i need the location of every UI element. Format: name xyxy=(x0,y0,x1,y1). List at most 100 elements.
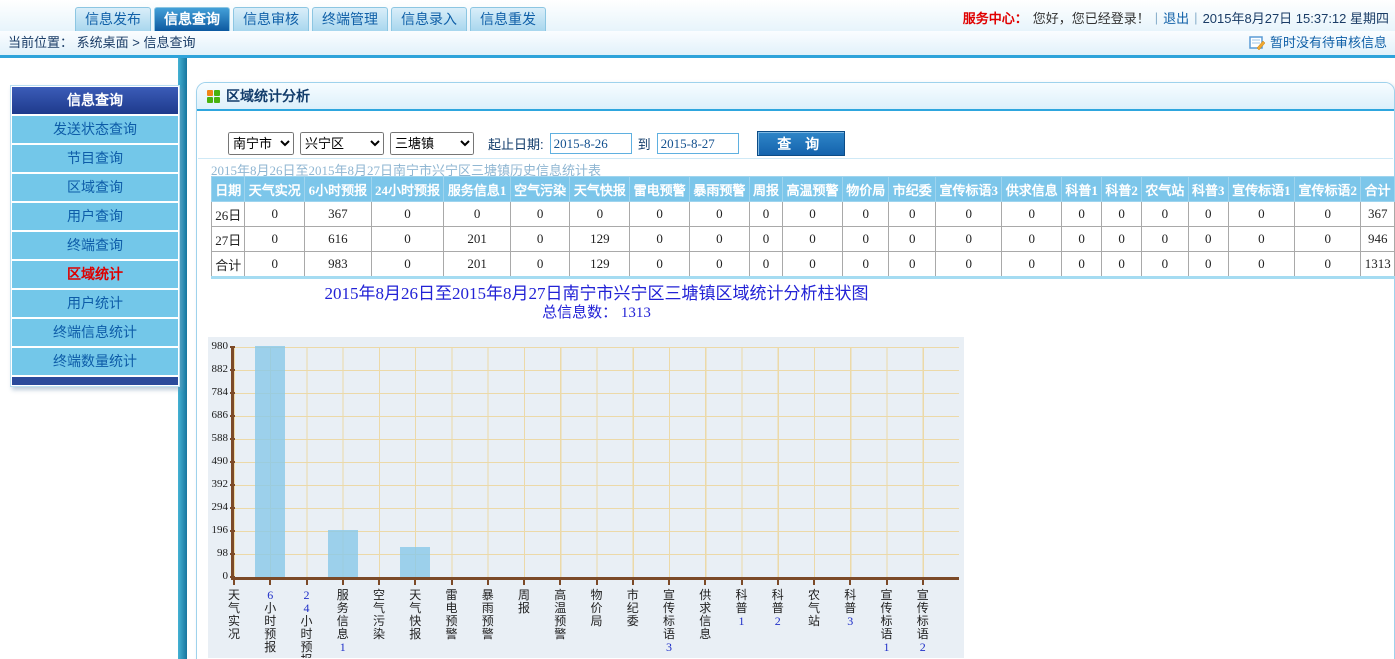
breadcrumb-prefix: 当前位置： xyxy=(0,35,73,50)
x-axis-category-label: 科普1 xyxy=(734,589,750,628)
sidebar-item[interactable]: 发送状态查询 xyxy=(12,116,178,143)
x-axis-tick xyxy=(306,580,308,585)
table-cell: 201 xyxy=(444,227,510,252)
table-cell: 0 xyxy=(689,227,749,252)
table-cell: 0 xyxy=(1142,252,1189,278)
table-cell: 0 xyxy=(783,202,843,227)
city-select[interactable]: 南宁市 xyxy=(228,132,294,155)
table-cell: 0 xyxy=(749,252,782,278)
table-cell: 0 xyxy=(1295,202,1361,227)
date-from-input[interactable] xyxy=(550,133,632,154)
top-tab[interactable]: 信息发布 xyxy=(75,7,151,31)
sidebar-item[interactable]: 用户统计 xyxy=(12,290,178,317)
table-cell: 0 xyxy=(1062,227,1102,252)
x-axis-tick xyxy=(741,580,743,585)
table-cell: 0 xyxy=(510,227,570,252)
table-cell: 0 xyxy=(444,202,510,227)
x-axis-category-label: 6小时预报 xyxy=(262,589,278,654)
x-axis-category-label: 雷电预警 xyxy=(444,589,460,641)
x-axis-tick xyxy=(596,580,598,585)
sidebar-item[interactable]: 区域查询 xyxy=(12,174,178,201)
table-header-cell: 空气污染 xyxy=(510,177,570,202)
table-cell: 0 xyxy=(689,202,749,227)
chart-plot-area xyxy=(231,347,959,580)
table-cell: 367 xyxy=(305,202,371,227)
table-cell: 616 xyxy=(305,227,371,252)
sidebar-item[interactable]: 终端信息统计 xyxy=(12,319,178,346)
sidebar-items: 发送状态查询节目查询区域查询用户查询终端查询区域统计用户统计终端信息统计终端数量… xyxy=(11,116,179,375)
x-axis-tick xyxy=(559,580,561,585)
table-cell: 合计 xyxy=(212,252,245,278)
top-tab[interactable]: 信息录入 xyxy=(391,7,467,31)
y-axis-tick-label: 98 xyxy=(208,547,228,559)
table-cell: 0 xyxy=(371,227,444,252)
y-axis-tick-label: 490 xyxy=(208,455,228,467)
y-axis-tick-label: 196 xyxy=(208,524,228,536)
table-cell: 0 xyxy=(783,252,843,278)
table-cell: 0 xyxy=(936,227,1002,252)
table-cell: 0 xyxy=(245,202,305,227)
table-header-cell: 宣传标语3 xyxy=(936,177,1002,202)
module-grid-icon xyxy=(207,90,220,103)
x-axis-tick xyxy=(886,580,888,585)
audit-notice: 暂时没有待审核信息 xyxy=(1249,31,1387,55)
table-cell: 0 xyxy=(1142,227,1189,252)
x-axis-category-label: 宣传标语1 xyxy=(879,589,895,654)
table-cell: 0 xyxy=(1002,227,1062,252)
sidebar-item[interactable]: 节目查询 xyxy=(12,145,178,172)
date-to-input[interactable] xyxy=(657,133,739,154)
table-header-cell: 合计 xyxy=(1361,177,1395,202)
top-nav-bar: 信息发布信息查询信息审核终端管理信息录入信息重发 服务中心： 您好，您已经登录！… xyxy=(0,0,1395,31)
x-axis-category-label: 市纪委 xyxy=(625,589,641,628)
y-axis-tick-label: 686 xyxy=(208,409,228,421)
table-header-cell: 暴雨预警 xyxy=(689,177,749,202)
x-axis-category-label: 空气污染 xyxy=(371,589,387,641)
x-axis-tick xyxy=(704,580,706,585)
top-tab[interactable]: 信息审核 xyxy=(233,7,309,31)
top-tab[interactable]: 信息查询 xyxy=(154,7,230,31)
audit-notice-text: 暂时没有待审核信息 xyxy=(1270,31,1387,55)
table-cell: 0 xyxy=(1228,252,1294,278)
x-axis-category-label: 天气快报 xyxy=(407,589,423,641)
top-tab[interactable]: 信息重发 xyxy=(470,7,546,31)
table-cell: 0 xyxy=(245,252,305,278)
district-select[interactable]: 兴宁区 xyxy=(300,132,384,155)
table-cell: 0 xyxy=(371,252,444,278)
query-button[interactable]: 查 询 xyxy=(757,131,845,156)
y-axis-tick-label: 0 xyxy=(208,570,228,582)
sidebar-item[interactable]: 用户查询 xyxy=(12,203,178,230)
login-greeting: 您好，您已经登录！ xyxy=(1033,8,1150,27)
breadcrumb-path[interactable]: 系统桌面 > 信息查询 xyxy=(77,35,196,50)
table-header-cell: 24小时预报 xyxy=(371,177,444,202)
table-header-cell: 科普1 xyxy=(1062,177,1102,202)
sidebar-item[interactable]: 区域统计 xyxy=(12,261,178,288)
separator: | xyxy=(1155,10,1158,25)
table-cell: 0 xyxy=(1142,202,1189,227)
top-tab[interactable]: 终端管理 xyxy=(312,7,388,31)
date-to-label: 到 xyxy=(638,134,651,153)
table-header-cell: 6小时预报 xyxy=(305,177,371,202)
table-cell: 0 xyxy=(245,227,305,252)
x-axis-tick xyxy=(451,580,453,585)
logout-link[interactable]: 退出 xyxy=(1163,8,1189,27)
table-cell: 0 xyxy=(1228,202,1294,227)
bar-chart: 098196294392490588686784882980天气实况6小时预报2… xyxy=(208,337,964,658)
table-cell: 946 xyxy=(1361,227,1395,252)
table-cell: 0 xyxy=(1188,202,1228,227)
page: 信息发布信息查询信息审核终端管理信息录入信息重发 服务中心： 您好，您已经登录！… xyxy=(0,0,1395,659)
x-axis-tick xyxy=(414,580,416,585)
table-cell: 0 xyxy=(749,227,782,252)
separator: | xyxy=(1194,10,1197,25)
sidebar-item[interactable]: 终端查询 xyxy=(12,232,178,259)
breadcrumb-bar: 当前位置： 系统桌面 > 信息查询 暂时没有待审核信息 xyxy=(0,31,1395,58)
table-cell: 0 xyxy=(889,227,936,252)
sidebar-item[interactable]: 终端数量统计 xyxy=(12,348,178,375)
table-header-cell: 农气站 xyxy=(1142,177,1189,202)
x-axis-category-label: 科普3 xyxy=(842,589,858,628)
town-select[interactable]: 三塘镇 xyxy=(390,132,474,155)
table-cell: 0 xyxy=(842,227,889,252)
table-header-cell: 服务信息1 xyxy=(444,177,510,202)
table-row: 27日06160201012900000000000000946 xyxy=(212,227,1395,252)
table-cell: 0 xyxy=(889,252,936,278)
table-header-cell: 宣传标语1 xyxy=(1228,177,1294,202)
